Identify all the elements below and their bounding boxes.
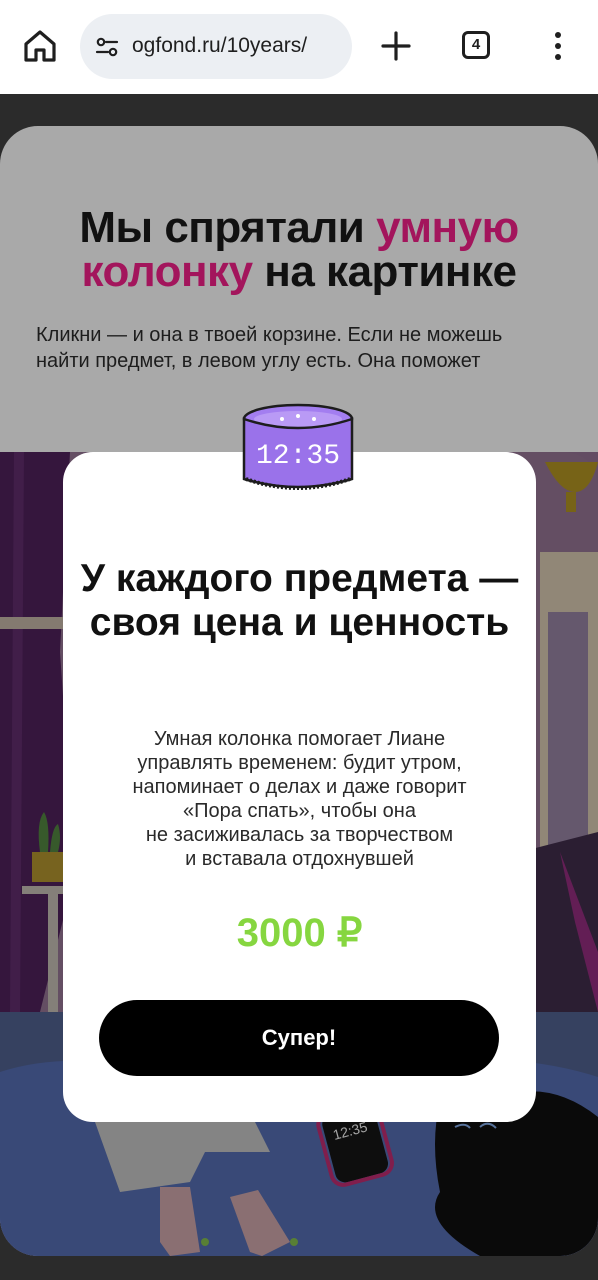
heading-text: Мы спрятали <box>79 203 377 252</box>
address-bar[interactable]: ogfond.ru/10years/ <box>80 14 352 79</box>
speaker-time: 12:35 <box>256 441 340 472</box>
item-price: 3000 ₽ <box>236 911 363 955</box>
modal-description: Умная колонка помогает Лиане управлять в… <box>132 728 467 870</box>
subtext-line: Кликни — и она в твоей корзине. Если не … <box>36 324 503 346</box>
web-page: Мы спрятали умную колонку на картинке Кл… <box>0 94 598 1280</box>
modal-title: У каждого предмета — своя цена и ценност… <box>80 557 519 644</box>
heading-accent: умную <box>376 203 519 252</box>
super-button[interactable]: Супер! <box>99 1000 499 1076</box>
item-info-modal: У каждого предмета — своя цена и ценност… <box>63 452 536 1122</box>
page-heading: Мы спрятали умную колонку на картинке <box>0 206 598 294</box>
smart-speaker-icon: 12:35 <box>242 403 354 490</box>
tab-switcher-button[interactable]: 4 <box>462 31 490 59</box>
heading-text: на картинке <box>252 247 517 296</box>
new-tab-icon[interactable] <box>380 30 412 62</box>
heading-accent: колонку <box>81 247 254 296</box>
home-icon[interactable] <box>22 28 58 64</box>
page-subtext: Кликни — и она в твоей корзине. Если не … <box>36 322 576 374</box>
browser-toolbar: ogfond.ru/10years/ 4 <box>0 0 598 94</box>
more-options-icon[interactable] <box>546 30 570 62</box>
url-text[interactable]: ogfond.ru/10years/ <box>132 34 307 58</box>
site-settings-icon[interactable] <box>94 34 120 60</box>
subtext-line: найти предмет, в левом углу есть. Она по… <box>36 350 481 372</box>
